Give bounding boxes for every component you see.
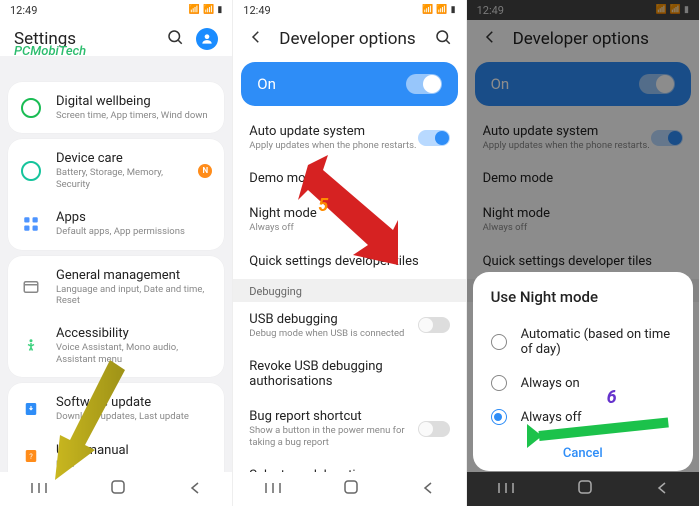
apps-row[interactable]: AppsDefault apps, App permissions [8,200,224,247]
recents-icon[interactable] [497,480,515,499]
status-icons: 📶📶▮ [422,5,455,15]
auto-update-toggle[interactable] [418,130,450,146]
accessibility-icon [20,335,42,357]
status-time: 12:49 [243,4,270,17]
search-icon[interactable] [434,28,452,50]
home-icon[interactable] [342,478,360,500]
apps-icon [20,213,42,235]
developer-options-panel: 12:49 📶📶▮ Developer options On Auto upda… [233,0,466,506]
update-icon [20,398,42,420]
nav-bar [233,472,465,506]
night-mode-row[interactable]: Night modeAlways off [233,196,465,243]
bug-report-toggle[interactable] [418,421,450,437]
demo-mode-row[interactable]: Demo mode [233,161,465,196]
notification-badge: N [198,164,212,178]
auto-update-row[interactable]: Auto update systemApply updates when the… [233,114,465,161]
option-automatic[interactable]: Automatic (based on time of day) [491,318,675,366]
watermark: PCMobiTech [14,44,86,59]
device-care-row[interactable]: Device careBattery, Storage, Memory, Sec… [8,141,224,200]
master-toggle[interactable] [406,74,442,94]
on-label: On [257,75,276,93]
device-care-icon [20,160,42,182]
page-title: Developer options [279,29,433,49]
revoke-usb-row[interactable]: Revoke USB debugging authorisations [233,349,465,399]
back-icon[interactable] [655,480,669,499]
status-icons: 📶📶▮ [189,5,222,15]
nav-bar [467,472,699,506]
night-mode-dialog: Use Night mode Automatic (based on time … [473,272,693,471]
status-bar: 12:49 📶📶▮ [0,0,232,20]
status-time: 12:49 [10,4,37,17]
master-toggle-bar[interactable]: On [241,62,457,106]
software-update-row[interactable]: Software updateDownload updates, Last up… [8,385,224,432]
settings-list: Digital wellbeingScreen time, App timers… [0,56,232,506]
back-icon[interactable] [421,480,435,499]
debugging-section-header: Debugging [233,279,465,302]
bug-report-row[interactable]: Bug report shortcutShow a button in the … [233,399,465,458]
home-icon[interactable] [576,478,594,500]
digital-wellbeing-row[interactable]: Digital wellbeingScreen time, App timers… [8,84,224,131]
search-icon[interactable] [166,28,184,50]
option-always-off[interactable]: Always off [491,400,675,434]
dialog-title: Use Night mode [491,288,675,306]
night-mode-dialog-panel: 12:49 📶📶▮ Developer options On Auto upda… [467,0,700,506]
wellbeing-icon [20,97,42,119]
back-button[interactable] [247,28,265,50]
status-bar: 12:49 📶📶▮ [233,0,465,20]
recents-icon[interactable] [264,480,282,499]
accessibility-row[interactable]: AccessibilityVoice Assistant, Mono audio… [8,316,224,375]
option-always-on[interactable]: Always on [491,366,675,400]
back-icon[interactable] [188,480,202,499]
nav-bar [0,472,232,506]
home-icon[interactable] [109,478,127,500]
avatar[interactable] [196,28,218,50]
usb-debugging-row[interactable]: USB debuggingDebug mode when USB is conn… [233,302,465,349]
step-number-5: 5 [318,195,328,216]
radio-icon [491,375,507,391]
general-icon [20,276,42,298]
settings-panel: 12:49 📶📶▮ Settings PCMobiTech Digital we… [0,0,233,506]
cancel-button[interactable]: Cancel [563,446,603,461]
svg-text:?: ? [29,452,33,461]
dev-header: Developer options [233,20,465,56]
usb-debug-toggle[interactable] [418,317,450,333]
step-number-6: 6 [607,387,617,408]
recents-icon[interactable] [30,480,48,499]
quick-tiles-row[interactable]: Quick settings developer tiles [233,244,465,279]
radio-icon [491,334,507,350]
radio-icon [491,409,507,425]
manual-icon: ? [20,445,42,467]
general-mgmt-row[interactable]: General managementLanguage and input, Da… [8,258,224,317]
